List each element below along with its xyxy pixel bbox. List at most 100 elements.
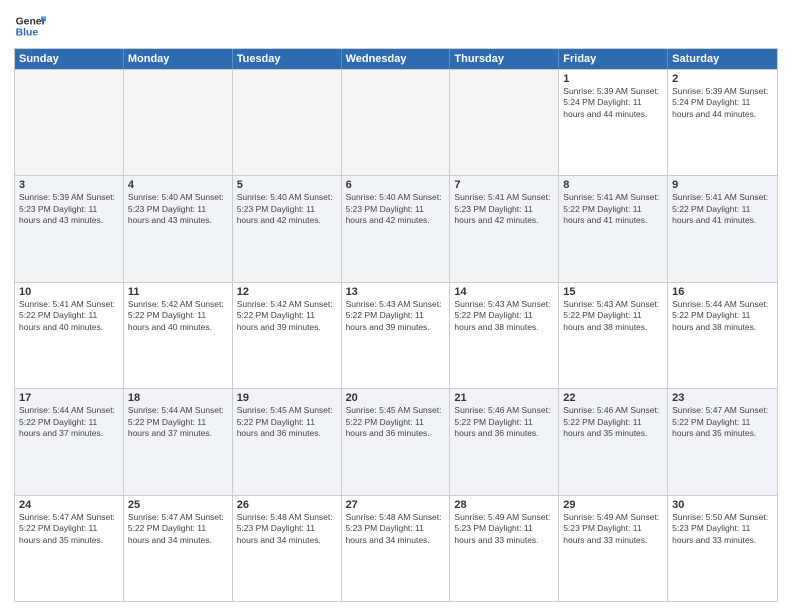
day-info: Sunrise: 5:49 AM Sunset: 5:23 PM Dayligh… [454,512,554,546]
day-info: Sunrise: 5:41 AM Sunset: 5:22 PM Dayligh… [563,192,663,226]
header: General Blue [14,10,778,42]
day-number: 18 [128,392,228,404]
day-cell-8: 8Sunrise: 5:41 AM Sunset: 5:22 PM Daylig… [559,176,668,281]
day-number: 11 [128,286,228,298]
col-header-monday: Monday [124,49,233,69]
day-cell-21: 21Sunrise: 5:46 AM Sunset: 5:22 PM Dayli… [450,389,559,494]
day-cell-4: 4Sunrise: 5:40 AM Sunset: 5:23 PM Daylig… [124,176,233,281]
day-number: 8 [563,179,663,191]
day-cell-18: 18Sunrise: 5:44 AM Sunset: 5:22 PM Dayli… [124,389,233,494]
day-info: Sunrise: 5:47 AM Sunset: 5:22 PM Dayligh… [672,405,773,439]
day-info: Sunrise: 5:43 AM Sunset: 5:22 PM Dayligh… [563,299,663,333]
empty-cell [15,70,124,175]
calendar: SundayMondayTuesdayWednesdayThursdayFrid… [14,48,778,602]
col-header-thursday: Thursday [450,49,559,69]
day-cell-28: 28Sunrise: 5:49 AM Sunset: 5:23 PM Dayli… [450,496,559,601]
empty-cell [342,70,451,175]
day-info: Sunrise: 5:44 AM Sunset: 5:22 PM Dayligh… [128,405,228,439]
day-number: 25 [128,499,228,511]
day-info: Sunrise: 5:47 AM Sunset: 5:22 PM Dayligh… [128,512,228,546]
day-info: Sunrise: 5:47 AM Sunset: 5:22 PM Dayligh… [19,512,119,546]
day-cell-13: 13Sunrise: 5:43 AM Sunset: 5:22 PM Dayli… [342,283,451,388]
day-cell-17: 17Sunrise: 5:44 AM Sunset: 5:22 PM Dayli… [15,389,124,494]
col-header-tuesday: Tuesday [233,49,342,69]
day-number: 16 [672,286,773,298]
day-number: 2 [672,73,773,85]
day-cell-25: 25Sunrise: 5:47 AM Sunset: 5:22 PM Dayli… [124,496,233,601]
day-number: 30 [672,499,773,511]
day-info: Sunrise: 5:50 AM Sunset: 5:23 PM Dayligh… [672,512,773,546]
day-number: 6 [346,179,446,191]
day-info: Sunrise: 5:43 AM Sunset: 5:22 PM Dayligh… [454,299,554,333]
col-header-wednesday: Wednesday [342,49,451,69]
day-info: Sunrise: 5:39 AM Sunset: 5:24 PM Dayligh… [563,86,663,120]
day-info: Sunrise: 5:45 AM Sunset: 5:22 PM Dayligh… [237,405,337,439]
day-cell-24: 24Sunrise: 5:47 AM Sunset: 5:22 PM Dayli… [15,496,124,601]
week-row-1: 1Sunrise: 5:39 AM Sunset: 5:24 PM Daylig… [15,69,777,175]
day-cell-1: 1Sunrise: 5:39 AM Sunset: 5:24 PM Daylig… [559,70,668,175]
day-number: 1 [563,73,663,85]
svg-text:Blue: Blue [16,28,39,39]
day-cell-15: 15Sunrise: 5:43 AM Sunset: 5:22 PM Dayli… [559,283,668,388]
day-number: 10 [19,286,119,298]
day-info: Sunrise: 5:41 AM Sunset: 5:22 PM Dayligh… [672,192,773,226]
day-info: Sunrise: 5:41 AM Sunset: 5:22 PM Dayligh… [19,299,119,333]
day-number: 13 [346,286,446,298]
day-cell-20: 20Sunrise: 5:45 AM Sunset: 5:22 PM Dayli… [342,389,451,494]
empty-cell [450,70,559,175]
day-number: 14 [454,286,554,298]
day-cell-16: 16Sunrise: 5:44 AM Sunset: 5:22 PM Dayli… [668,283,777,388]
day-info: Sunrise: 5:41 AM Sunset: 5:23 PM Dayligh… [454,192,554,226]
day-info: Sunrise: 5:44 AM Sunset: 5:22 PM Dayligh… [19,405,119,439]
day-info: Sunrise: 5:40 AM Sunset: 5:23 PM Dayligh… [128,192,228,226]
col-header-saturday: Saturday [668,49,777,69]
col-header-sunday: Sunday [15,49,124,69]
day-cell-9: 9Sunrise: 5:41 AM Sunset: 5:22 PM Daylig… [668,176,777,281]
day-info: Sunrise: 5:42 AM Sunset: 5:22 PM Dayligh… [237,299,337,333]
day-number: 24 [19,499,119,511]
day-info: Sunrise: 5:49 AM Sunset: 5:23 PM Dayligh… [563,512,663,546]
logo-icon: General Blue [14,10,46,42]
day-cell-11: 11Sunrise: 5:42 AM Sunset: 5:22 PM Dayli… [124,283,233,388]
day-info: Sunrise: 5:39 AM Sunset: 5:23 PM Dayligh… [19,192,119,226]
week-row-5: 24Sunrise: 5:47 AM Sunset: 5:22 PM Dayli… [15,495,777,601]
week-row-3: 10Sunrise: 5:41 AM Sunset: 5:22 PM Dayli… [15,282,777,388]
day-cell-6: 6Sunrise: 5:40 AM Sunset: 5:23 PM Daylig… [342,176,451,281]
day-number: 20 [346,392,446,404]
day-cell-5: 5Sunrise: 5:40 AM Sunset: 5:23 PM Daylig… [233,176,342,281]
day-cell-3: 3Sunrise: 5:39 AM Sunset: 5:23 PM Daylig… [15,176,124,281]
week-row-4: 17Sunrise: 5:44 AM Sunset: 5:22 PM Dayli… [15,388,777,494]
day-cell-26: 26Sunrise: 5:48 AM Sunset: 5:23 PM Dayli… [233,496,342,601]
day-number: 21 [454,392,554,404]
day-number: 15 [563,286,663,298]
day-number: 9 [672,179,773,191]
day-cell-23: 23Sunrise: 5:47 AM Sunset: 5:22 PM Dayli… [668,389,777,494]
day-info: Sunrise: 5:46 AM Sunset: 5:22 PM Dayligh… [563,405,663,439]
calendar-header: SundayMondayTuesdayWednesdayThursdayFrid… [15,49,777,69]
day-number: 28 [454,499,554,511]
day-info: Sunrise: 5:48 AM Sunset: 5:23 PM Dayligh… [237,512,337,546]
day-info: Sunrise: 5:39 AM Sunset: 5:24 PM Dayligh… [672,86,773,120]
day-info: Sunrise: 5:42 AM Sunset: 5:22 PM Dayligh… [128,299,228,333]
calendar-page: General Blue SundayMondayTuesdayWednesda… [0,0,792,612]
day-number: 5 [237,179,337,191]
day-cell-7: 7Sunrise: 5:41 AM Sunset: 5:23 PM Daylig… [450,176,559,281]
day-cell-22: 22Sunrise: 5:46 AM Sunset: 5:22 PM Dayli… [559,389,668,494]
day-number: 29 [563,499,663,511]
day-number: 22 [563,392,663,404]
day-cell-29: 29Sunrise: 5:49 AM Sunset: 5:23 PM Dayli… [559,496,668,601]
day-cell-14: 14Sunrise: 5:43 AM Sunset: 5:22 PM Dayli… [450,283,559,388]
day-number: 12 [237,286,337,298]
col-header-friday: Friday [559,49,668,69]
day-info: Sunrise: 5:46 AM Sunset: 5:22 PM Dayligh… [454,405,554,439]
day-number: 27 [346,499,446,511]
day-cell-30: 30Sunrise: 5:50 AM Sunset: 5:23 PM Dayli… [668,496,777,601]
week-row-2: 3Sunrise: 5:39 AM Sunset: 5:23 PM Daylig… [15,175,777,281]
day-number: 17 [19,392,119,404]
day-info: Sunrise: 5:40 AM Sunset: 5:23 PM Dayligh… [237,192,337,226]
day-number: 26 [237,499,337,511]
empty-cell [233,70,342,175]
day-cell-2: 2Sunrise: 5:39 AM Sunset: 5:24 PM Daylig… [668,70,777,175]
day-number: 3 [19,179,119,191]
day-number: 23 [672,392,773,404]
